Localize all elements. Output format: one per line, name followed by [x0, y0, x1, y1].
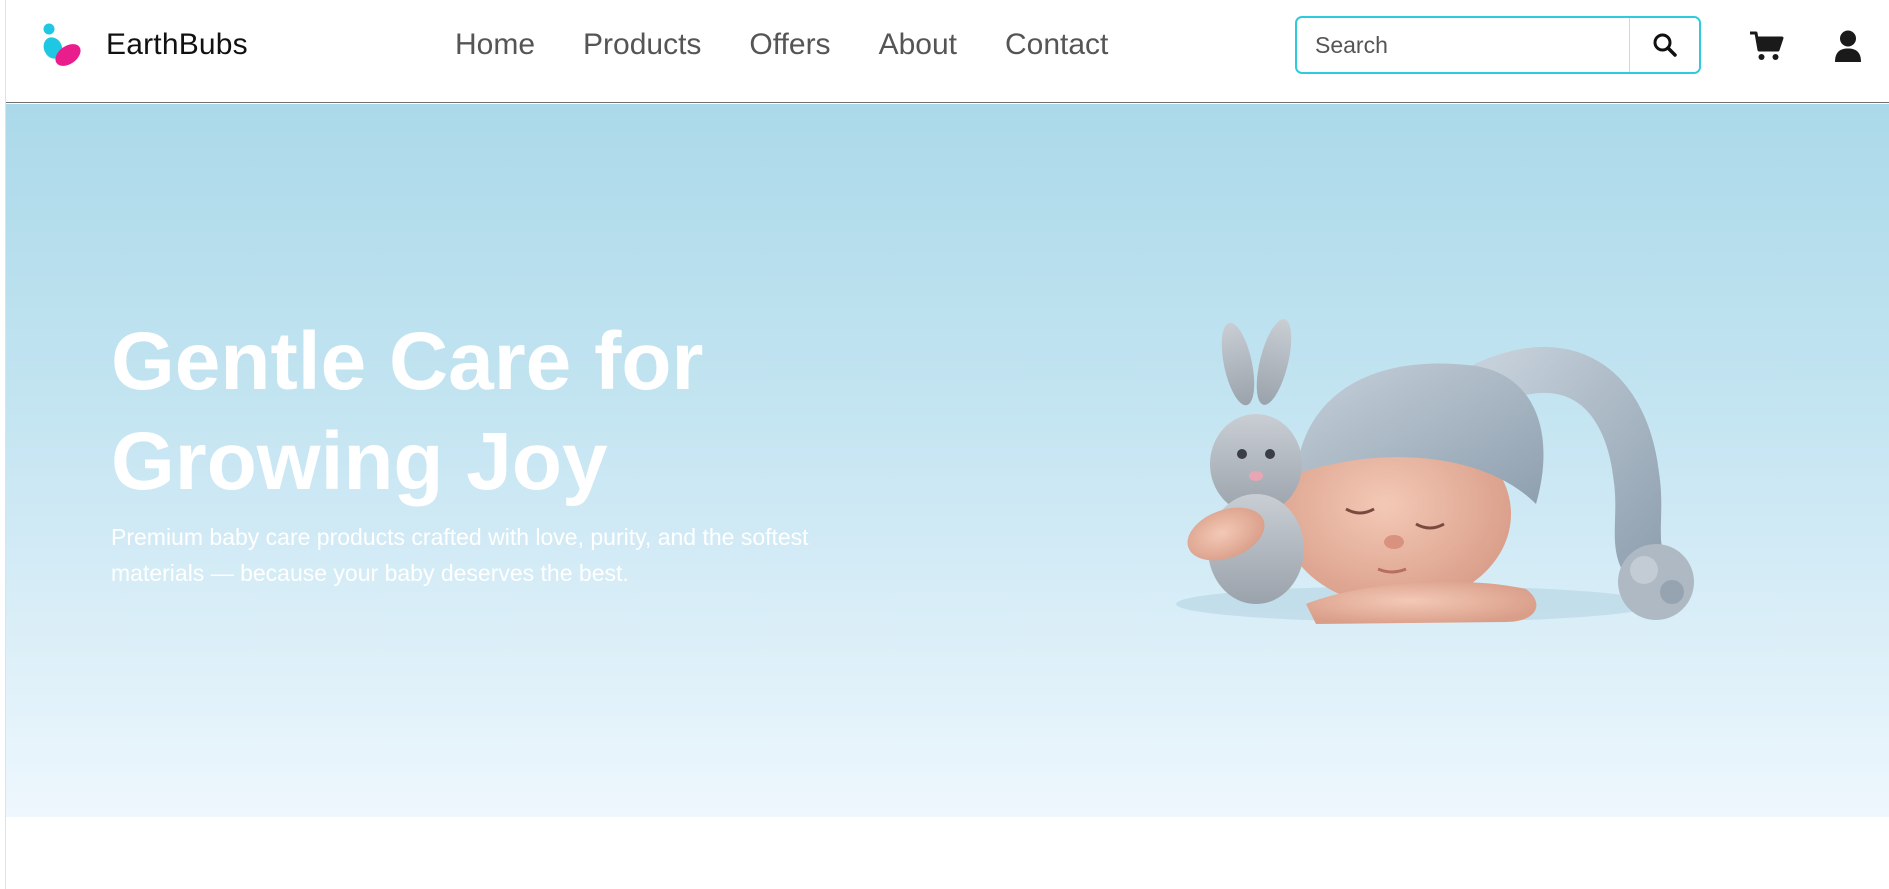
hero-title-line-1: Gentle Care for: [111, 316, 704, 407]
search-box: [1295, 16, 1701, 74]
search-icon: [1653, 33, 1677, 57]
brand-name[interactable]: EarthBubs: [106, 28, 248, 62]
nav-products[interactable]: Products: [583, 28, 701, 62]
nav-about[interactable]: About: [879, 28, 957, 62]
hero-title: Gentle Care for Growing Joy: [111, 312, 871, 512]
sleeping-baby-image: [1176, 319, 1694, 624]
navbar: EarthBubs Home Products Offers About Con…: [6, 0, 1889, 103]
hero-subtitle-line-2: materials — because your baby deserves t…: [111, 560, 629, 586]
search-button[interactable]: [1629, 18, 1699, 72]
search-input[interactable]: [1297, 18, 1629, 72]
nav-offers[interactable]: Offers: [749, 28, 830, 62]
hero-banner: Gentle Care for Growing Joy Premium baby…: [6, 104, 1889, 817]
account-button[interactable]: [1828, 26, 1868, 66]
brand[interactable]: EarthBubs: [40, 20, 248, 70]
cart-icon: [1750, 31, 1784, 60]
nav-contact[interactable]: Contact: [1005, 28, 1108, 62]
hero-subtitle: Premium baby care products crafted with …: [111, 519, 871, 591]
main-nav: Home Products Offers About Contact: [455, 22, 1108, 68]
cart-button[interactable]: [1747, 26, 1787, 66]
hero-title-line-2: Growing Joy: [111, 416, 608, 507]
user-icon: [1835, 30, 1861, 62]
butterfly-logo-icon: [43, 23, 81, 66]
nav-home[interactable]: Home: [455, 28, 535, 62]
hero-subtitle-line-1: Premium baby care products crafted with …: [111, 524, 809, 550]
